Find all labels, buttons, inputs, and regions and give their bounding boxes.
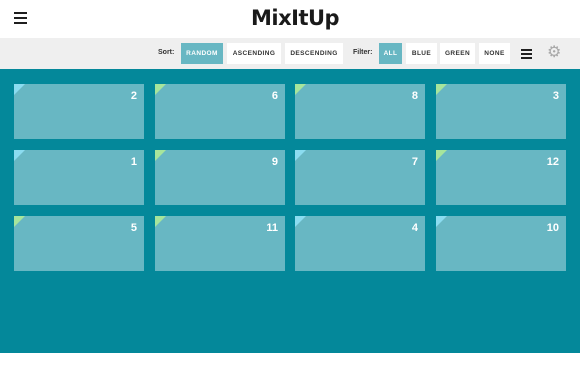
color-marker-icon xyxy=(14,216,25,227)
color-marker-icon xyxy=(295,150,306,161)
mix-card: 1 xyxy=(14,150,144,205)
header: MixItUp xyxy=(0,0,580,38)
mix-card: 7 xyxy=(295,150,425,205)
mix-card: 2 xyxy=(14,84,144,139)
card-number: 6 xyxy=(271,90,278,102)
card-number: 2 xyxy=(130,90,137,102)
mix-card: 11 xyxy=(155,216,285,271)
filter-all-button[interactable]: ALL xyxy=(379,43,402,64)
sort-random-button[interactable]: RANDOM xyxy=(181,43,223,64)
mix-card: 12 xyxy=(436,150,566,205)
hamburger-menu-icon[interactable] xyxy=(14,12,27,24)
sort-descending-button[interactable]: DESCENDING xyxy=(285,43,343,64)
mix-card: 4 xyxy=(295,216,425,271)
color-marker-icon xyxy=(155,84,166,95)
controls-bar: Sort: RANDOM ASCENDING DESCENDING Filter… xyxy=(0,38,580,69)
filter-none-button[interactable]: NONE xyxy=(479,43,510,64)
color-marker-icon xyxy=(14,84,25,95)
card-number: 3 xyxy=(552,90,559,102)
color-marker-icon xyxy=(155,216,166,227)
mix-card: 10 xyxy=(436,216,566,271)
card-number: 7 xyxy=(411,156,418,168)
sort-ascending-button[interactable]: ASCENDING xyxy=(227,43,281,64)
card-number: 12 xyxy=(546,156,559,168)
card-number: 1 xyxy=(130,156,137,168)
list-layout-icon[interactable] xyxy=(521,49,532,59)
color-marker-icon xyxy=(295,216,306,227)
color-marker-icon xyxy=(436,84,447,95)
mix-card: 3 xyxy=(436,84,566,139)
logo: MixItUp xyxy=(251,6,340,30)
sort-label: Sort: xyxy=(158,49,175,56)
mix-card: 9 xyxy=(155,150,285,205)
mix-card: 8 xyxy=(295,84,425,139)
mix-card: 5 xyxy=(14,216,144,271)
gear-icon[interactable]: ⚙ xyxy=(547,44,561,62)
color-marker-icon xyxy=(295,84,306,95)
filter-blue-button[interactable]: BLUE xyxy=(406,43,437,64)
card-number: 9 xyxy=(271,156,278,168)
filter-green-button[interactable]: GREEN xyxy=(440,43,475,64)
color-marker-icon xyxy=(436,150,447,161)
color-marker-icon xyxy=(14,150,25,161)
mix-card: 6 xyxy=(155,84,285,139)
card-grid: 2 6 8 3 1 9 7 12 5 11 4 10 xyxy=(0,69,580,353)
filter-label: Filter: xyxy=(353,49,373,56)
color-marker-icon xyxy=(155,150,166,161)
card-number: 11 xyxy=(266,222,278,234)
card-number: 4 xyxy=(411,222,418,234)
card-number: 10 xyxy=(546,222,559,234)
color-marker-icon xyxy=(436,216,447,227)
card-number: 8 xyxy=(411,90,418,102)
card-number: 5 xyxy=(130,222,137,234)
